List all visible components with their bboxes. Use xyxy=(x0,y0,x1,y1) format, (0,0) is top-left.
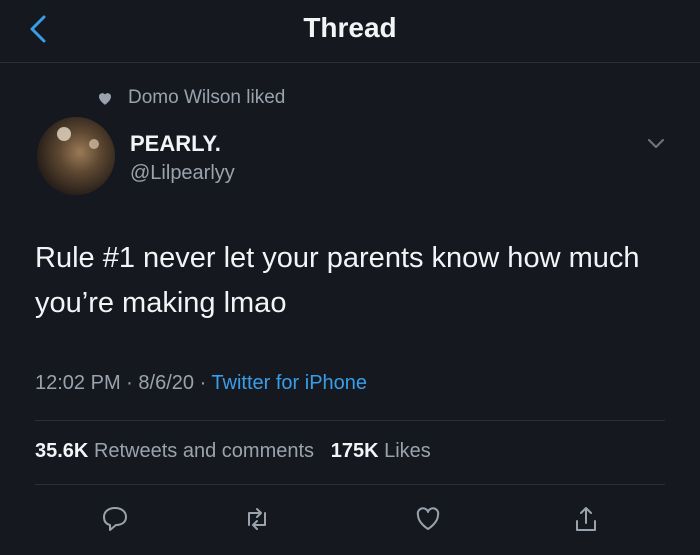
likes-count: 175K xyxy=(330,440,379,462)
heart-icon xyxy=(96,89,114,107)
retweet-icon[interactable] xyxy=(243,504,271,534)
author-handle[interactable]: @Lilpearlyy xyxy=(130,162,235,185)
social-context: Domo Wilson liked xyxy=(96,87,285,109)
tweet-text: Rule #1 never let your parents know how … xyxy=(35,242,640,319)
divider xyxy=(35,420,665,421)
tweet-source-link[interactable]: Twitter for iPhone xyxy=(211,372,367,394)
meta-separator: · xyxy=(126,372,139,394)
page-title: Thread xyxy=(303,12,397,43)
tweet-time: 12:02 PM xyxy=(35,372,121,394)
tweet-stats: 35.6K Retweets and comments 175K Likes xyxy=(35,440,431,463)
retweets-stat[interactable]: 35.6K Retweets and comments xyxy=(35,440,320,462)
likes-stat[interactable]: 175K Likes xyxy=(331,440,431,462)
tweet-meta: 12:02 PM · 8/6/20 · Twitter for iPhone xyxy=(35,372,367,395)
social-context-text: Domo Wilson liked xyxy=(128,87,286,108)
retweets-count: 35.6K xyxy=(35,440,89,462)
reply-icon[interactable] xyxy=(101,504,129,534)
divider xyxy=(35,484,665,485)
action-bar xyxy=(0,500,700,540)
chevron-down-icon[interactable] xyxy=(646,137,666,151)
retweets-label: Retweets and comments xyxy=(93,440,315,462)
meta-separator: · xyxy=(199,372,212,394)
share-icon[interactable] xyxy=(572,504,600,534)
likes-label: Likes xyxy=(384,440,431,462)
author-name[interactable]: PEARLY. xyxy=(130,131,221,157)
tweet-date: 8/6/20 xyxy=(138,372,194,394)
avatar[interactable] xyxy=(37,117,115,195)
top-bar: Thread xyxy=(0,0,700,63)
like-icon[interactable] xyxy=(414,504,442,534)
